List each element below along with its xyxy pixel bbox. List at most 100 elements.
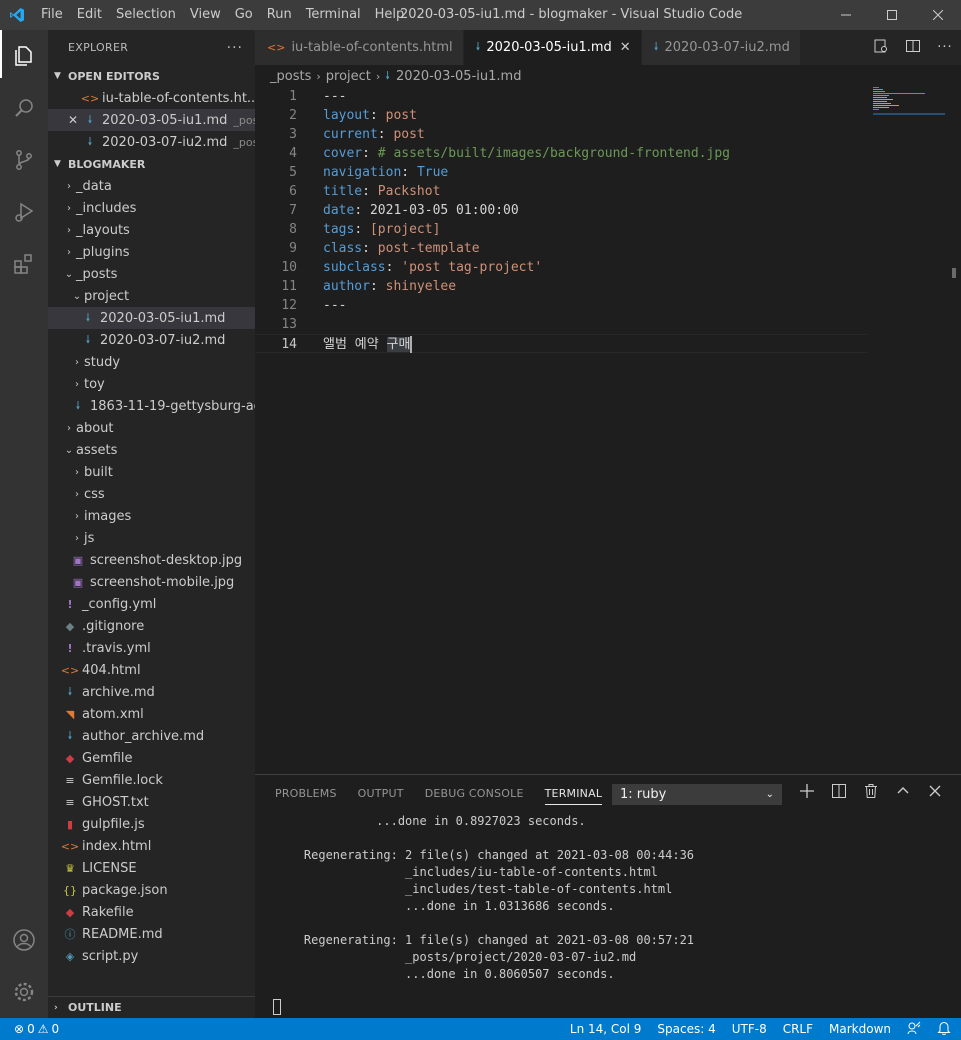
tree-folder-open[interactable]: ⌄ project [48, 285, 255, 307]
tree-folder[interactable]: › about [48, 417, 255, 439]
breadcrumb-item[interactable]: _posts [270, 69, 311, 84]
menu-edit[interactable]: Edit [70, 0, 109, 30]
tree-file[interactable]: 🠗 author_archive.md [48, 725, 255, 747]
activity-bar [0, 30, 48, 1018]
tree-folder[interactable]: › css [48, 483, 255, 505]
tree-file[interactable]: ◈ script.py [48, 945, 255, 967]
tree-folder[interactable]: › js [48, 527, 255, 549]
tree-file[interactable]: 🠗 archive.md [48, 681, 255, 703]
tree-file[interactable]: ≡ Gemfile.lock [48, 769, 255, 791]
close-icon[interactable]: ✕ [68, 113, 78, 127]
extensions-icon[interactable] [0, 238, 48, 290]
tree-file[interactable]: ▣ screenshot-desktop.jpg [48, 549, 255, 571]
tree-file[interactable]: ▮ gulpfile.js [48, 813, 255, 835]
menu-run[interactable]: Run [260, 0, 299, 30]
tree-folder[interactable]: › images [48, 505, 255, 527]
tree-folder[interactable]: › toy [48, 373, 255, 395]
tab-iu-table-of-contents[interactable]: <> iu-table-of-contents.html [255, 30, 464, 65]
tree-folder[interactable]: › built [48, 461, 255, 483]
tree-file[interactable]: ⓘ README.md [48, 923, 255, 945]
menu-file[interactable]: File [34, 0, 70, 30]
menu-go[interactable]: Go [228, 0, 260, 30]
breadcrumb-item[interactable]: 2020-03-05-iu1.md [396, 69, 521, 84]
indentation[interactable]: Spaces: 4 [657, 1022, 715, 1036]
more-actions-icon[interactable]: ··· [929, 40, 961, 55]
source-control-icon[interactable] [0, 134, 48, 186]
problems-status[interactable]: ⊗ 0 ⚠ 0 [0, 1022, 59, 1036]
language-mode[interactable]: Markdown [829, 1022, 891, 1036]
tree-folder[interactable]: › _includes [48, 197, 255, 219]
terminal-select[interactable]: 1: ruby ⌄ [612, 784, 782, 805]
tree-file[interactable]: ◆ .gitignore [48, 615, 255, 637]
tree-folder-open[interactable]: ⌄ _posts [48, 263, 255, 285]
tab-2020-03-07-iu2[interactable]: 🠗 2020-03-07-iu2.md [641, 30, 801, 65]
tree-file[interactable]: ≡ GHOST.txt [48, 791, 255, 813]
tree-file[interactable]: ! _config.yml [48, 593, 255, 615]
cursor-position[interactable]: Ln 14, Col 9 [570, 1022, 642, 1036]
outline-section[interactable]: › OUTLINE [48, 996, 255, 1018]
tree-folder[interactable]: › _data [48, 175, 255, 197]
feedback-icon[interactable] [907, 1021, 921, 1038]
tree-folder[interactable]: › _plugins [48, 241, 255, 263]
tab-2020-03-05-iu1[interactable]: 🠗 2020-03-05-iu1.md ✕ [463, 30, 642, 65]
open-editor-item[interactable]: <> iu-table-of-contents.ht... [48, 87, 255, 109]
tree-file[interactable]: {} package.json [48, 879, 255, 901]
tree-folder-open[interactable]: ⌄ assets [48, 439, 255, 461]
tree-file[interactable]: ◥ atom.xml [48, 703, 255, 725]
tree-label: _includes [76, 200, 137, 216]
minimap[interactable] [873, 87, 953, 117]
yaml-value: post [385, 108, 417, 123]
close-tab-icon[interactable]: ✕ [620, 40, 631, 55]
terminal-output[interactable]: ...done in 0.8927023 seconds. Regenerati… [275, 813, 694, 983]
open-editors-section[interactable]: ▼ OPEN EDITORS [48, 65, 255, 87]
settings-gear-icon[interactable] [0, 966, 48, 1018]
tree-file[interactable]: <> 404.html [48, 659, 255, 681]
bottom-panel: PROBLEMS OUTPUT DEBUG CONSOLE TERMINAL 1… [255, 774, 961, 1018]
split-editor-icon[interactable] [897, 38, 929, 58]
run-debug-icon[interactable] [0, 186, 48, 238]
encoding[interactable]: UTF-8 [732, 1022, 767, 1036]
new-terminal-icon[interactable] [791, 784, 823, 802]
tree-folder[interactable]: › _layouts [48, 219, 255, 241]
notifications-bell-icon[interactable] [937, 1021, 951, 1038]
tree-file[interactable]: <> index.html [48, 835, 255, 857]
split-terminal-icon[interactable] [823, 784, 855, 802]
maximize-panel-icon[interactable] [887, 784, 919, 802]
terminal-line: Regenerating: 2 file(s) changed at 2021-… [275, 848, 695, 862]
tree-file[interactable]: 🠗 2020-03-07-iu2.md [48, 329, 255, 351]
tab-output[interactable]: OUTPUT [358, 775, 404, 813]
menu-selection[interactable]: Selection [109, 0, 183, 30]
project-section[interactable]: ▼ BLOGMAKER [48, 153, 255, 175]
tree-file[interactable]: ▣ screenshot-mobile.jpg [48, 571, 255, 593]
tab-terminal[interactable]: TERMINAL [544, 775, 603, 813]
tab-problems[interactable]: PROBLEMS [275, 775, 337, 813]
minimize-button[interactable] [823, 0, 869, 30]
tree-file[interactable]: ◆ Gemfile [48, 747, 255, 769]
close-window-button[interactable] [915, 0, 961, 30]
chevron-right-icon: › [67, 202, 71, 214]
tree-file[interactable]: ◆ Rakefile [48, 901, 255, 923]
markdown-file-icon: 🠗 [653, 40, 659, 53]
tree-file[interactable]: ♛ LICENSE [48, 857, 255, 879]
open-editor-item[interactable]: 🠗 2020-03-07-iu2.md _pos... [48, 131, 255, 153]
code-editor[interactable]: 1 --- 2 layout: post 3 current: post 4 cover… [255, 87, 961, 774]
menu-view[interactable]: View [183, 0, 228, 30]
close-panel-icon[interactable] [919, 784, 951, 802]
explorer-icon[interactable] [0, 30, 48, 82]
accounts-icon[interactable] [0, 914, 48, 966]
trash-icon[interactable] [855, 784, 887, 802]
breadcrumb-item[interactable]: project [326, 69, 371, 84]
open-editor-item-active[interactable]: ✕ 🠗 2020-03-05-iu1.md _pos... [48, 109, 255, 131]
editor-scrollbar[interactable] [947, 267, 961, 278]
tree-file[interactable]: ! .travis.yml [48, 637, 255, 659]
tree-folder[interactable]: › study [48, 351, 255, 373]
search-icon[interactable] [0, 82, 48, 134]
end-of-line[interactable]: CRLF [783, 1022, 813, 1036]
tab-debug-console[interactable]: DEBUG CONSOLE [425, 775, 524, 813]
open-preview-icon[interactable] [865, 38, 897, 58]
tree-file-selected[interactable]: 🠗 2020-03-05-iu1.md [48, 307, 255, 329]
tree-file[interactable]: 🠗 1863-11-19-gettysburg-ad... [48, 395, 255, 417]
menu-terminal[interactable]: Terminal [299, 0, 368, 30]
more-actions-icon[interactable]: ··· [227, 40, 243, 56]
maximize-button[interactable] [869, 0, 915, 30]
